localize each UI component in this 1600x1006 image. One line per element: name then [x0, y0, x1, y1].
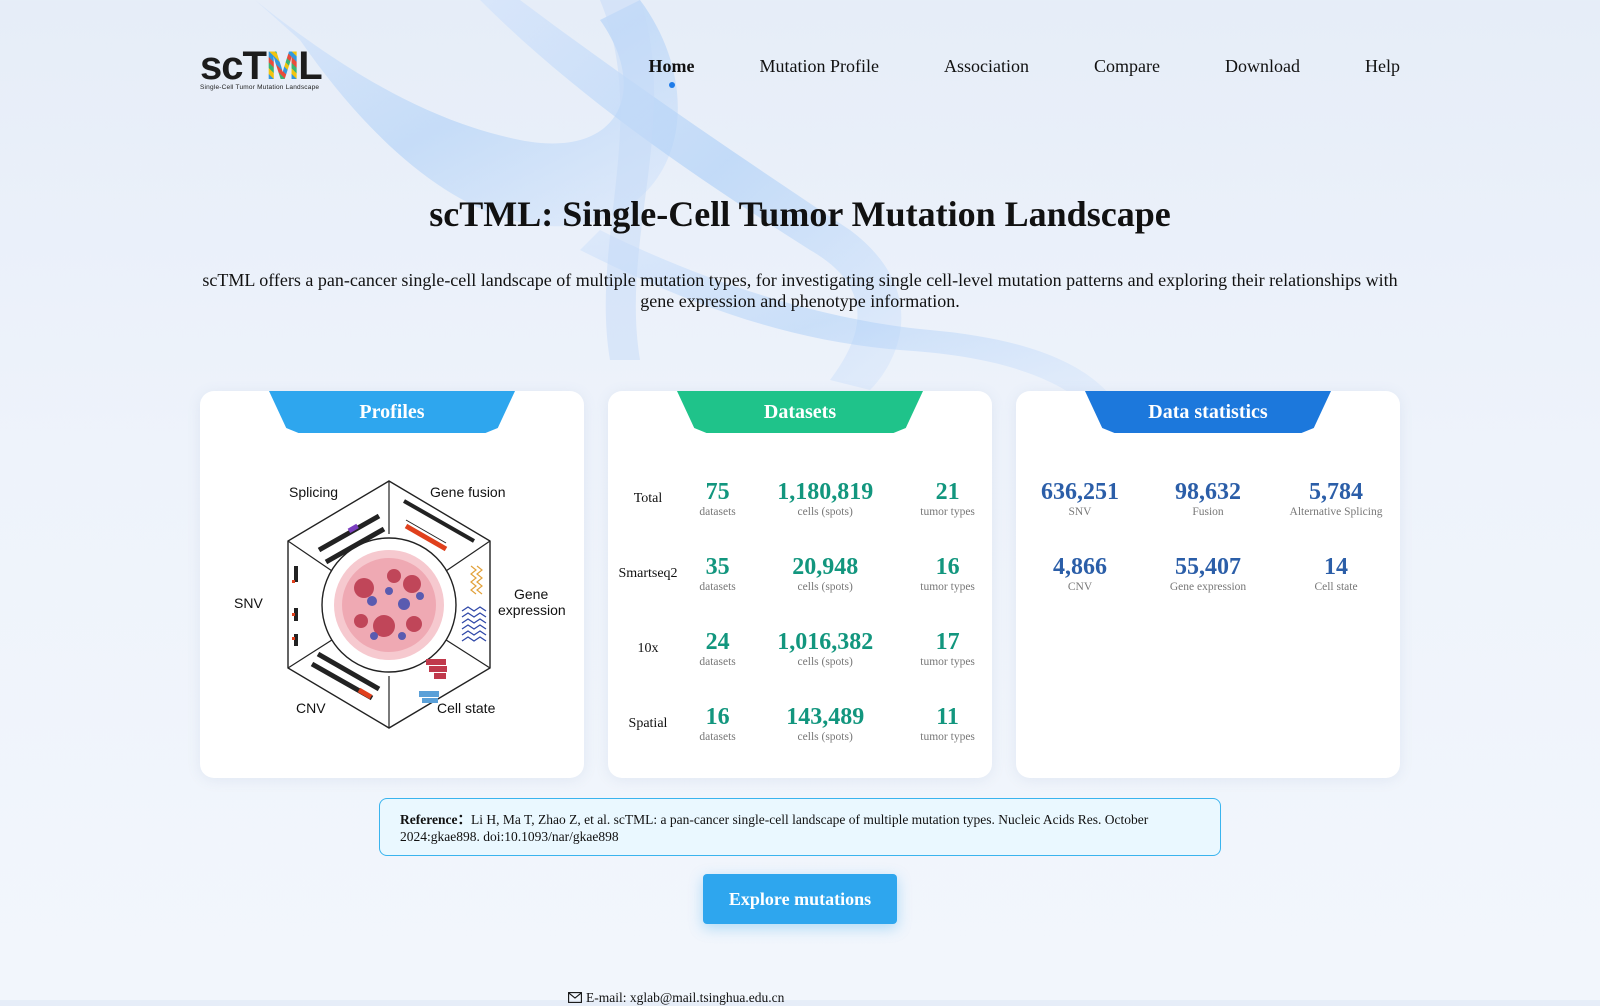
statistic-item: 636,251 SNV: [1016, 461, 1144, 536]
page-title: scTML: Single-Cell Tumor Mutation Landsc…: [429, 194, 1171, 234]
tumor-count: 16: [935, 553, 960, 580]
dataset-count-cell: 75 datasets: [688, 461, 747, 536]
label-gene: Gene: [514, 586, 548, 602]
statistic-value: 14: [1324, 553, 1348, 580]
dataset-row: Total 75 datasets 1,180,819 cells (spots) 21 t…: [608, 461, 992, 536]
page-description: scTML offers a pan-cancer single-cell la…: [202, 270, 1398, 311]
tumor-count-cell: 11 tumor types: [903, 686, 992, 761]
label-cell-state: Cell state: [437, 700, 496, 716]
nav-mutation-profile[interactable]: Mutation Profile: [760, 56, 880, 77]
cell-count-caption: cells (spots): [797, 730, 853, 743]
logo-wordmark: scTML: [200, 44, 323, 88]
active-indicator-dot: [668, 82, 675, 88]
statistics-card: Data statistics 636,251 SNV 98,632 Fusion 5,…: [1016, 391, 1400, 778]
nav-home[interactable]: Home: [648, 56, 695, 88]
tumor-count-cell: 21 tumor types: [903, 461, 992, 536]
dataset-count-caption: datasets: [699, 730, 736, 743]
cell-count-cell: 1,016,382 cells (spots): [747, 611, 903, 686]
statistic-item: 4,866 CNV: [1016, 536, 1144, 611]
dataset-row-label: Spatial: [628, 715, 668, 731]
statistic-item: 5,784 Alternative Splicing: [1272, 461, 1400, 536]
cell-count: 1,016,382: [777, 628, 874, 655]
profiles-card-title: Profiles: [269, 391, 515, 433]
statistic-label: Alternative Splicing: [1289, 505, 1383, 518]
cell-count-caption: cells (spots): [797, 580, 853, 593]
site-logo[interactable]: scTML Single-Cell Tumor Mutation Landsca…: [200, 46, 360, 92]
cell-count: 143,489: [786, 703, 865, 730]
cell-count: 20,948: [792, 553, 859, 580]
statistic-item: 55,407 Gene expression: [1144, 536, 1272, 611]
cell-count-caption: cells (spots): [797, 655, 853, 668]
datasets-card-title: Datasets: [677, 391, 923, 433]
dataset-count-caption: datasets: [699, 580, 736, 593]
statistics-grid: 636,251 SNV 98,632 Fusion 5,784 Alternative S…: [1016, 461, 1400, 611]
label-cnv: CNV: [296, 700, 326, 716]
tumor-count-cell: 16 tumor types: [903, 536, 992, 611]
statistics-card-title: Data statistics: [1085, 391, 1331, 433]
profiles-card: Profiles Splicing Gene fusion Gene expre…: [200, 391, 584, 778]
tumor-count: 11: [936, 703, 959, 730]
dataset-row-label: Smartseq2: [618, 565, 678, 581]
dataset-row-label: Total: [633, 490, 663, 506]
cell-count-cell: 20,948 cells (spots): [747, 536, 903, 611]
statistic-item: 98,632 Fusion: [1144, 461, 1272, 536]
statistic-value: 5,784: [1309, 478, 1363, 505]
nav-association[interactable]: Association: [944, 56, 1029, 77]
cell-count: 1,180,819: [777, 478, 874, 505]
tumor-count: 21: [935, 478, 960, 505]
statistic-label: Gene expression: [1169, 580, 1247, 593]
statistic-value: 636,251: [1041, 478, 1119, 505]
nav-help[interactable]: Help: [1365, 56, 1400, 77]
label-gene-fusion: Gene fusion: [430, 484, 506, 500]
mutation-profiles-diagram: Splicing Gene fusion Gene expression SNV…: [234, 480, 566, 729]
dataset-count-cell: 35 datasets: [688, 536, 747, 611]
mail-icon: [568, 992, 582, 1003]
logo-subtitle: Single-Cell Tumor Mutation Landscape: [200, 84, 320, 91]
footer-email-text: E-mail: xglab@mail.tsinghua.edu.cn: [586, 990, 785, 1005]
statistic-value: 98,632: [1175, 478, 1241, 505]
nav-download[interactable]: Download: [1225, 56, 1300, 77]
tumor-count-caption: tumor types: [920, 580, 975, 593]
statistic-label: Cell state: [1314, 580, 1358, 593]
reference-text: Li H, Ma T, Zhao Z, et al. scTML: a pan-…: [400, 812, 1149, 844]
main-nav: Home Mutation Profile Association Compar…: [584, 56, 1400, 88]
dataset-count: 16: [705, 703, 730, 730]
statistic-value: 4,866: [1053, 553, 1107, 580]
label-splicing: Splicing: [289, 484, 338, 500]
reference-label: Reference：: [400, 812, 471, 827]
cell-count-cell: 1,180,819 cells (spots): [747, 461, 903, 536]
cell-count-caption: cells (spots): [797, 505, 853, 518]
statistic-label: SNV: [1068, 505, 1092, 518]
dataset-count-cell: 16 datasets: [688, 686, 747, 761]
nav-compare[interactable]: Compare: [1094, 56, 1160, 77]
dataset-count-caption: datasets: [699, 505, 736, 518]
datasets-table: Total 75 datasets 1,180,819 cells (spots) 21 t…: [608, 461, 992, 761]
reference-box: Reference：Li H, Ma T, Zhao Z, et al. scT…: [379, 798, 1221, 856]
dataset-count: 75: [705, 478, 730, 505]
nav-home-label: Home: [648, 56, 695, 76]
footer-email: E-mail: xglab@mail.tsinghua.edu.cn: [568, 990, 784, 1006]
dataset-count: 24: [705, 628, 730, 655]
tumor-count: 17: [935, 628, 960, 655]
dataset-count: 35: [705, 553, 730, 580]
tumor-count-caption: tumor types: [920, 505, 975, 518]
label-expression: expression: [498, 602, 566, 618]
label-snv: SNV: [234, 595, 263, 611]
explore-mutations-button[interactable]: Explore mutations: [703, 874, 897, 924]
dataset-count-caption: datasets: [699, 655, 736, 668]
dataset-row: 10x 24 datasets 1,016,382 cells (spots) 17 tum…: [608, 611, 992, 686]
statistic-label: CNV: [1067, 580, 1093, 593]
dataset-row-label: 10x: [637, 640, 659, 656]
dataset-row: Smartseq2 35 datasets 20,948 cells (spots) 16…: [608, 536, 992, 611]
cell-count-cell: 143,489 cells (spots): [747, 686, 903, 761]
tumor-count-cell: 17 tumor types: [903, 611, 992, 686]
statistic-label: Fusion: [1192, 505, 1224, 518]
datasets-card: Datasets Total 75 datasets 1,180,819 cells (…: [608, 391, 992, 778]
dataset-row: Spatial 16 datasets 143,489 cells (spots) 11 t…: [608, 686, 992, 761]
tumor-count-caption: tumor types: [920, 655, 975, 668]
dataset-count-cell: 24 datasets: [688, 611, 747, 686]
statistic-value: 55,407: [1175, 553, 1241, 580]
tumor-count-caption: tumor types: [920, 730, 975, 743]
statistic-item: 14 Cell state: [1272, 536, 1400, 611]
